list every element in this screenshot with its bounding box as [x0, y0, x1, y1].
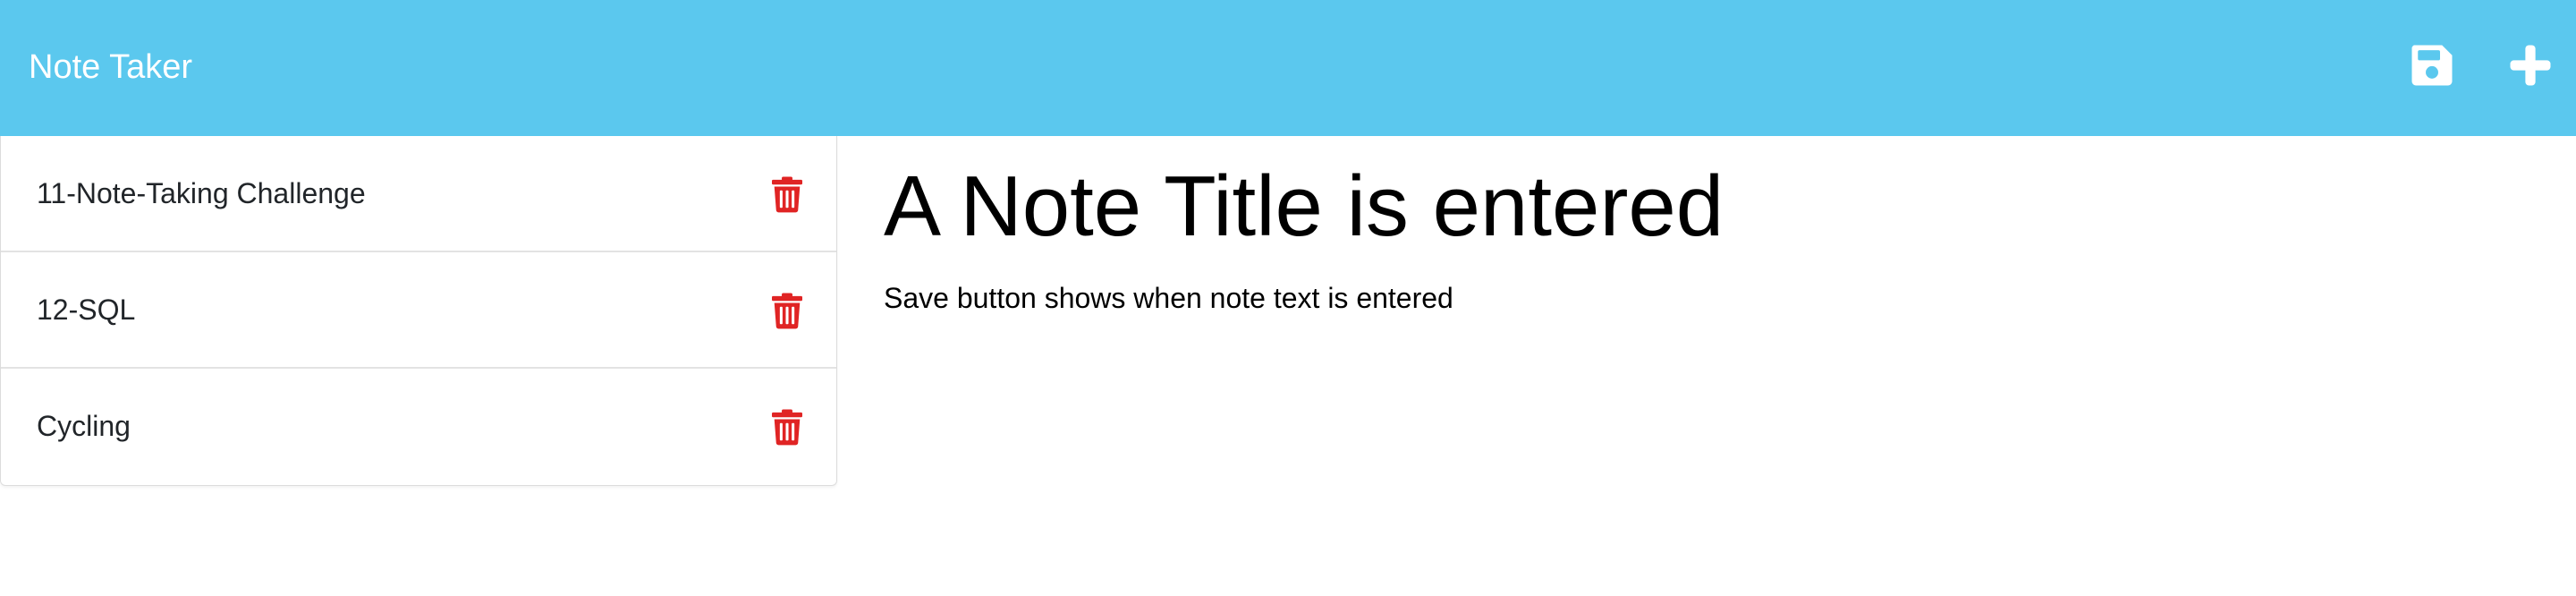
- note-item-title[interactable]: Cycling: [37, 408, 131, 444]
- note-list: 11-Note-Taking Challenge 12-SQL Cycling: [0, 136, 837, 486]
- save-note-button[interactable]: [2408, 41, 2456, 89]
- app-title[interactable]: Note Taker: [29, 43, 192, 91]
- floppy-disk-icon: [2411, 45, 2453, 86]
- note-item-title[interactable]: 12-SQL: [37, 292, 135, 328]
- note-text-area[interactable]: Save button shows when note text is ente…: [884, 279, 1453, 317]
- delete-note-button[interactable]: [772, 175, 802, 213]
- list-item[interactable]: 11-Note-Taking Challenge: [1, 136, 836, 252]
- delete-note-button[interactable]: [772, 292, 802, 329]
- new-note-button[interactable]: [2506, 41, 2555, 89]
- trash-icon: [772, 176, 802, 213]
- list-item[interactable]: 12-SQL: [1, 252, 836, 369]
- trash-icon: [772, 409, 802, 446]
- plus-icon: [2510, 45, 2551, 86]
- note-item-title[interactable]: 11-Note-Taking Challenge: [37, 175, 366, 211]
- list-item[interactable]: Cycling: [1, 369, 836, 485]
- trash-icon: [772, 293, 802, 329]
- note-title-input[interactable]: A Note Title is entered: [884, 158, 1724, 256]
- navbar: Note Taker: [0, 0, 2576, 136]
- delete-note-button[interactable]: [772, 408, 802, 446]
